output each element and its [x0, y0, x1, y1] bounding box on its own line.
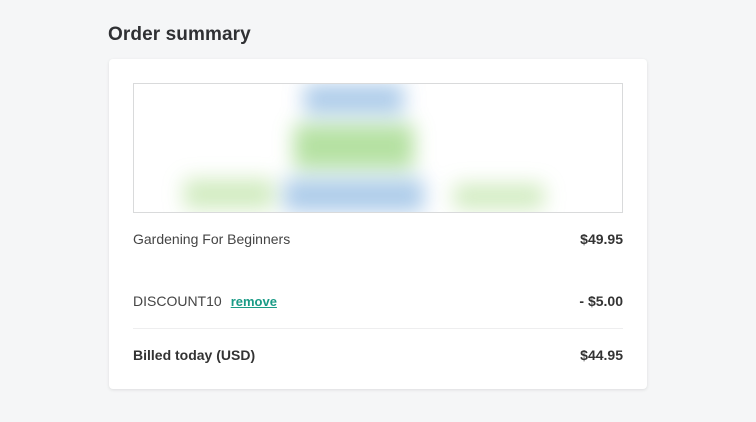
- discount-row: DISCOUNT10 remove - $5.00: [133, 290, 623, 312]
- discount-amount: - $5.00: [579, 293, 623, 309]
- discount-info: DISCOUNT10 remove: [133, 293, 277, 309]
- total-label: Billed today (USD): [133, 347, 256, 363]
- total-amount: $44.95: [580, 347, 623, 363]
- product-price: $49.95: [580, 231, 623, 247]
- remove-discount-link[interactable]: remove: [231, 294, 277, 309]
- product-name: Gardening For Beginners: [133, 231, 291, 247]
- page-title: Order summary: [108, 24, 251, 45]
- order-summary-card: Gardening For Beginners $49.95 DISCOUNT1…: [109, 59, 647, 389]
- total-row: Billed today (USD) $44.95: [133, 344, 623, 366]
- product-image: [133, 83, 623, 213]
- divider: [133, 328, 623, 329]
- discount-code: DISCOUNT10: [133, 293, 222, 309]
- product-row: Gardening For Beginners $49.95: [133, 228, 623, 250]
